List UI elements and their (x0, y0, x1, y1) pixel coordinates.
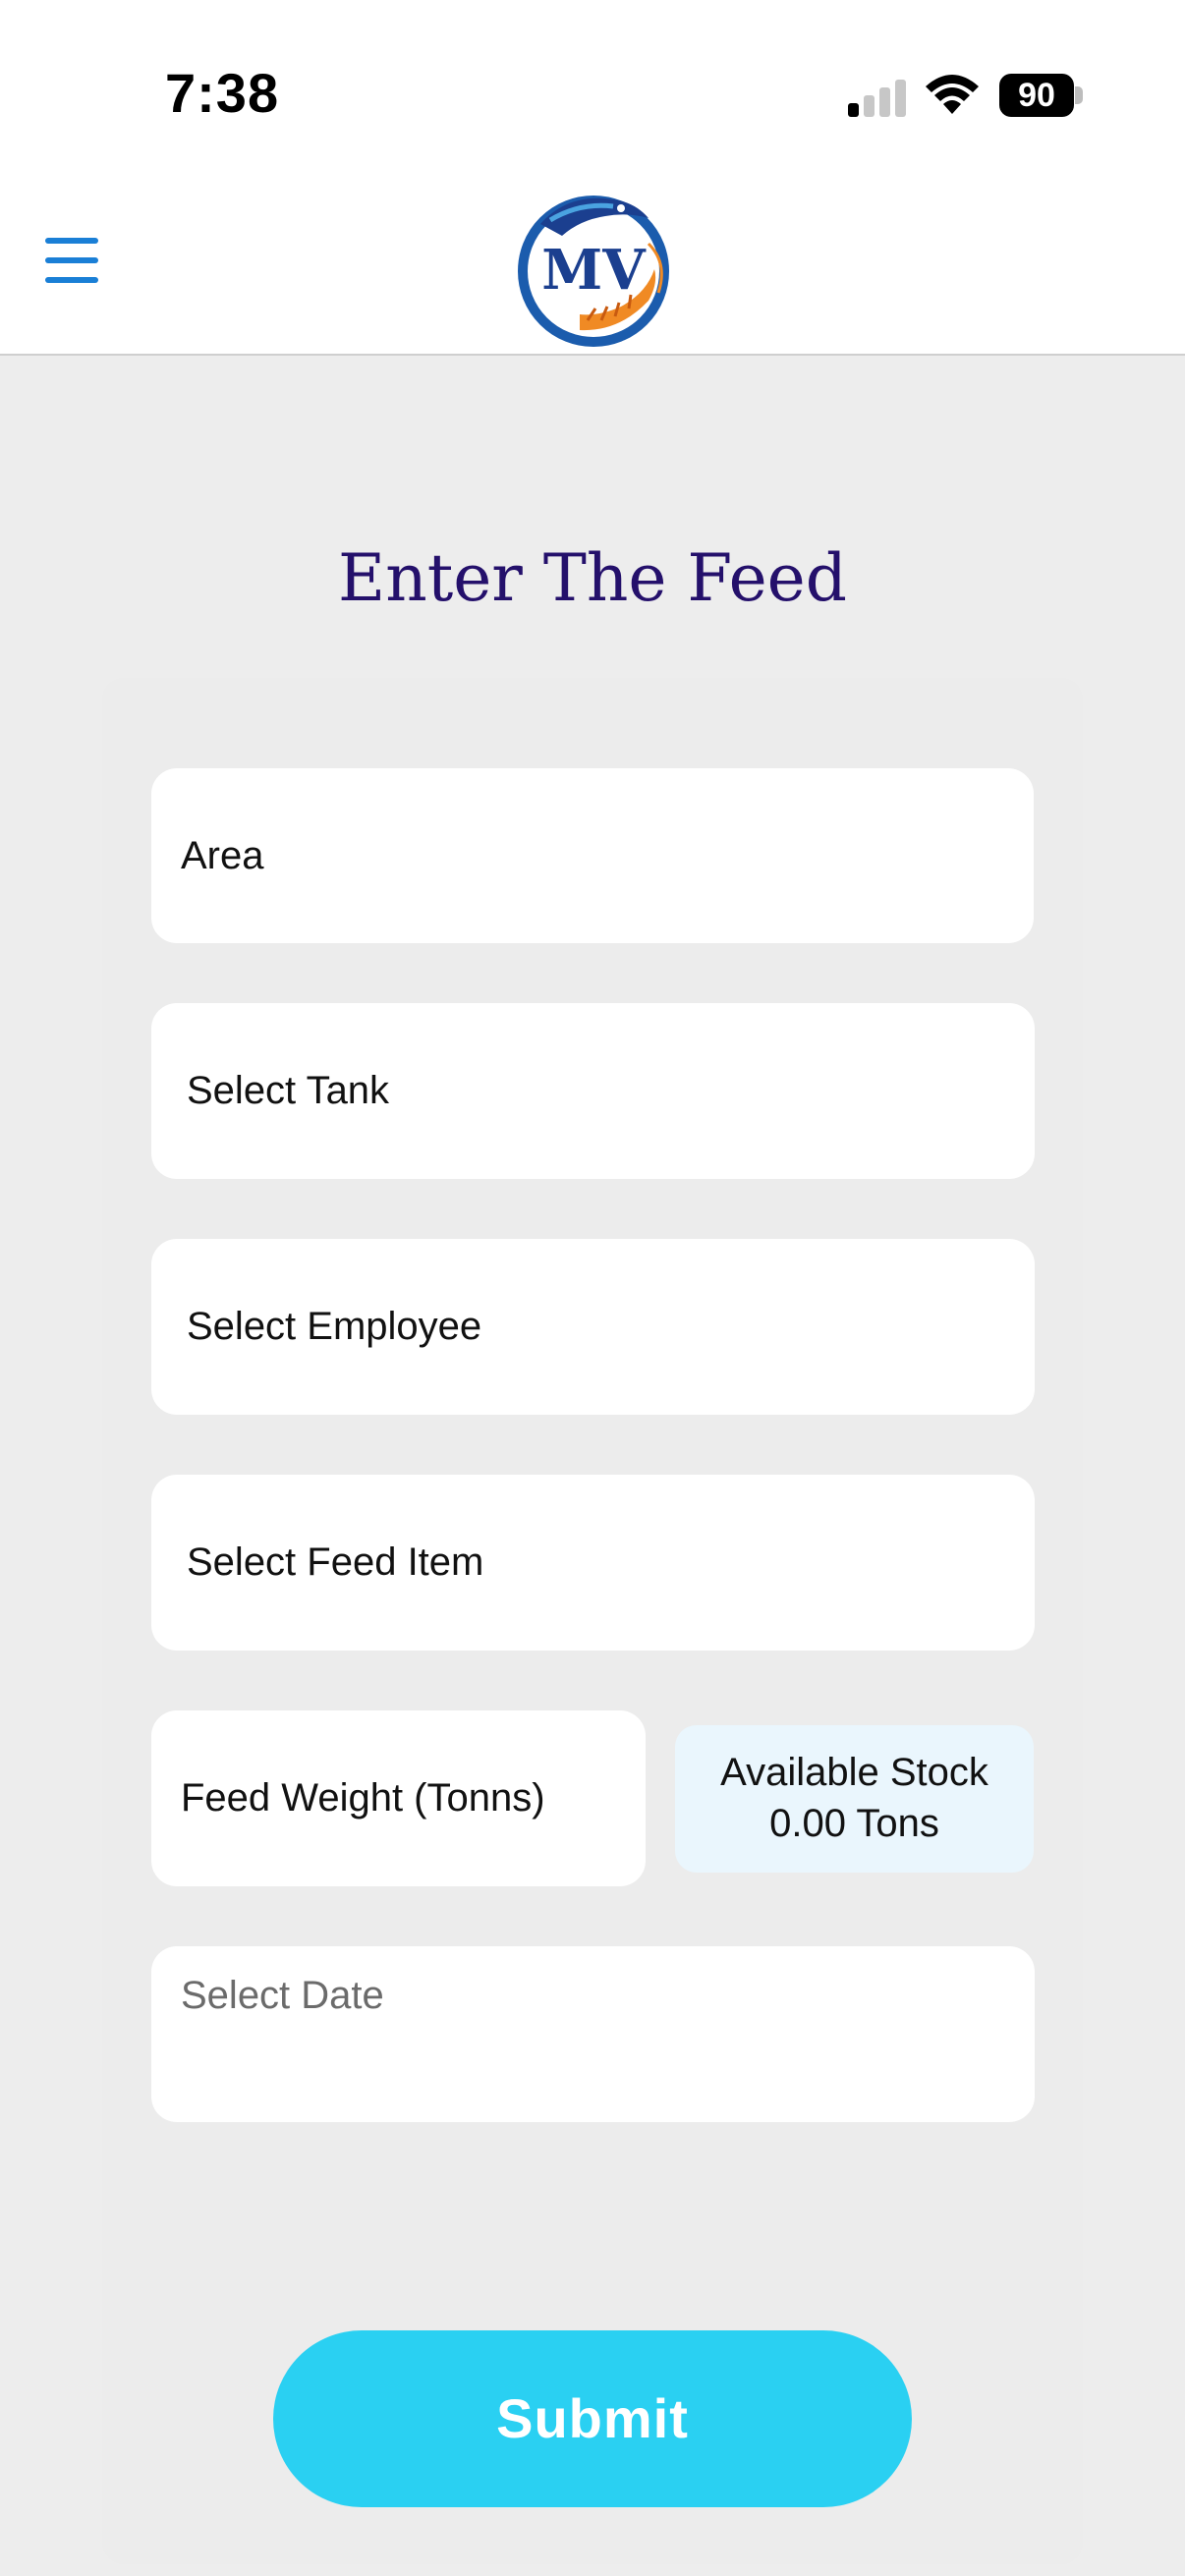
area-label: Area (181, 833, 264, 877)
employee-select-placeholder: Select Employee (187, 1305, 482, 1348)
svg-text:MV: MV (541, 238, 647, 303)
date-input[interactable]: Select Date (151, 1946, 1035, 2122)
employee-select[interactable]: Select Employee (151, 1239, 1035, 1415)
date-placeholder: Select Date (181, 1974, 384, 2017)
logo: MV (518, 196, 669, 347)
battery-icon: 90 (999, 74, 1074, 117)
cellular-signal-icon (848, 78, 907, 117)
hamburger-menu-icon[interactable] (39, 238, 104, 287)
tank-select-placeholder: Select Tank (187, 1069, 390, 1112)
wifi-icon (926, 75, 979, 114)
page-title: Enter The Feed (338, 540, 847, 616)
status-time: 7:38 (165, 62, 280, 124)
area-field[interactable]: Area (151, 768, 1034, 943)
tank-select[interactable]: Select Tank (151, 1003, 1035, 1179)
app-header: MV (0, 167, 1185, 356)
available-stock-value: 0.00 Tons (769, 1802, 939, 1845)
available-stock-label: Available Stock (720, 1751, 988, 1794)
feed-item-select-placeholder: Select Feed Item (187, 1540, 484, 1584)
available-stock-box: Available Stock 0.00 Tons (675, 1725, 1034, 1873)
feed-item-select[interactable]: Select Feed Item (151, 1475, 1035, 1651)
status-bar: 7:38 90 (0, 0, 1185, 167)
feed-weight-input[interactable]: Feed Weight (Tonns) (151, 1710, 646, 1886)
feed-weight-placeholder: Feed Weight (Tonns) (181, 1776, 545, 1820)
submit-button[interactable]: Submit (273, 2330, 912, 2507)
battery-tip (1075, 86, 1083, 104)
